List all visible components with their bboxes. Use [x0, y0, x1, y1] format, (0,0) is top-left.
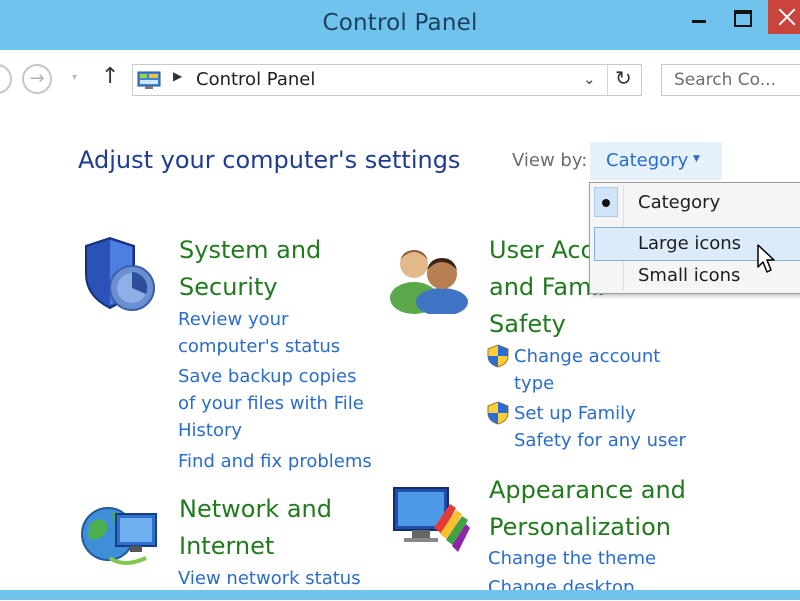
users-icon: [390, 250, 468, 314]
view-by-value: Category: [606, 150, 689, 171]
arrow-right-icon: →: [29, 68, 45, 89]
view-by-menu: Category Large icons Small icons: [589, 182, 800, 294]
close-button[interactable]: [768, 0, 800, 34]
view-by-label: View by:: [512, 150, 588, 171]
selected-indicator: [594, 187, 618, 217]
link-view-network-status[interactable]: View network status: [178, 565, 361, 592]
caret-down-icon: ▼: [693, 154, 700, 164]
navigation-bar: → ▾ ↑ ▶ Control Panel ⌄ ↻ Search Co...: [0, 50, 800, 112]
network-icon: [81, 507, 157, 565]
address-dropdown-chevron-icon[interactable]: ⌄: [583, 70, 596, 88]
link-change-account-type[interactable]: Change account type: [514, 343, 660, 397]
window-bottom-border: [0, 590, 800, 600]
appearance-icon: [393, 487, 470, 552]
maximize-button[interactable]: [722, 0, 766, 34]
category-user-accounts-title[interactable]: User Acc and Famil Safety: [489, 232, 605, 343]
mouse-cursor-icon: [757, 244, 775, 273]
minimize-button[interactable]: [680, 0, 720, 34]
search-box[interactable]: Search Co...: [661, 64, 800, 96]
breadcrumb-arrow-icon[interactable]: ▶: [173, 69, 182, 83]
link-save-backup-copies[interactable]: Save backup copies of your files with Fi…: [178, 363, 364, 444]
address-bar[interactable]: ▶ Control Panel ⌄ ↻: [132, 64, 642, 96]
view-by-dropdown[interactable]: Category ▼: [590, 142, 722, 180]
up-button[interactable]: ↑: [101, 64, 119, 89]
link-change-theme[interactable]: Change the theme: [488, 545, 656, 572]
page-title: Adjust your computer's settings: [78, 146, 461, 174]
control-panel-icon: [137, 71, 161, 89]
uac-shield-icon: [487, 401, 509, 425]
address-divider: [607, 65, 608, 95]
menu-item-category[interactable]: Category: [638, 192, 720, 213]
category-appearance-title[interactable]: Appearance and Personalization: [489, 472, 686, 546]
menu-item-small-icons[interactable]: Small icons: [638, 265, 740, 286]
forward-button[interactable]: →: [22, 64, 52, 94]
link-find-fix-problems[interactable]: Find and fix problems: [178, 448, 372, 475]
uac-shield-icon: [487, 344, 509, 368]
refresh-icon[interactable]: ↻: [615, 66, 632, 90]
category-network-internet-title[interactable]: Network and Internet: [179, 491, 332, 565]
search-input[interactable]: Search Co...: [674, 70, 776, 90]
radio-dot-icon: [602, 199, 610, 207]
title-bar: Control Panel: [0, 0, 800, 50]
link-set-up-family-safety[interactable]: Set up Family Safety for any user: [514, 400, 686, 454]
menu-item-large-icons[interactable]: Large icons: [638, 233, 741, 254]
maximize-icon: [734, 10, 752, 27]
minimize-icon: [692, 20, 706, 23]
shield-icon: [85, 236, 155, 311]
recent-locations-chevron-icon[interactable]: ▾: [72, 72, 77, 83]
arrow-up-icon: ↑: [101, 64, 120, 89]
breadcrumb-control-panel[interactable]: Control Panel: [196, 69, 315, 90]
link-review-computer-status[interactable]: Review your computer's status: [178, 306, 340, 360]
back-button[interactable]: [0, 64, 12, 94]
category-system-security-title[interactable]: System and Security: [179, 232, 321, 306]
